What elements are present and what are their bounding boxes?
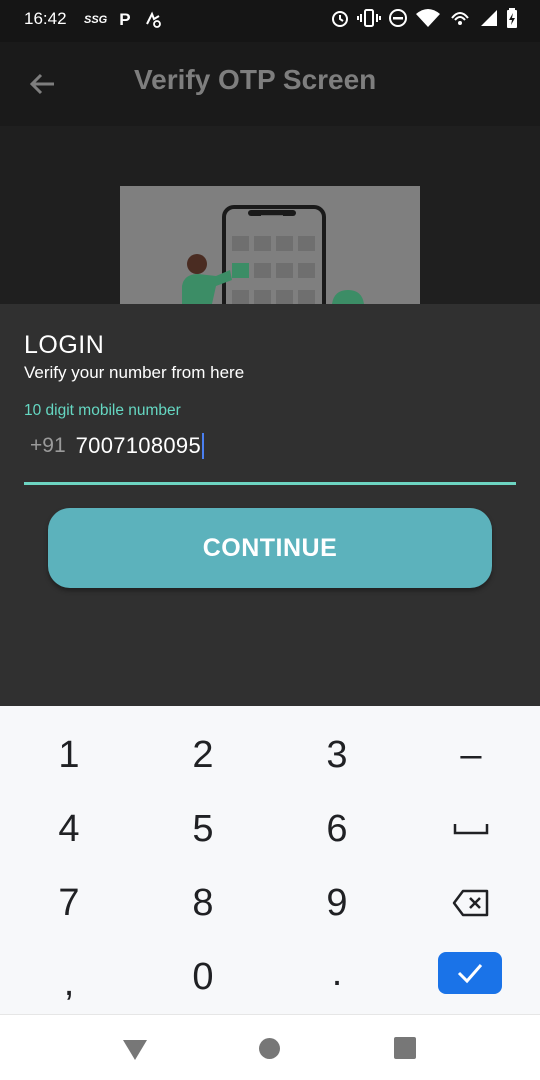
app-bar: Verify OTP Screen: [0, 42, 540, 126]
key-comma[interactable]: ,: [2, 946, 136, 1020]
key-backspace[interactable]: [404, 866, 538, 940]
backspace-icon: [452, 889, 489, 917]
field-underline: [24, 482, 516, 485]
navigation-bar: [0, 1014, 540, 1080]
continue-button[interactable]: CONTINUE: [48, 508, 492, 588]
space-bar-icon: [453, 824, 489, 835]
key-5[interactable]: 5: [136, 792, 270, 866]
status-bar: 16:42 SSG P: [0, 0, 540, 42]
nav-back-icon[interactable]: [122, 1039, 148, 1061]
checkmark-icon: [457, 964, 483, 984]
key-2[interactable]: 2: [136, 718, 270, 792]
login-subtitle: Verify your number from here: [24, 363, 245, 382]
nav-recent-apps-icon[interactable]: [394, 1037, 416, 1059]
vibrate-icon: [357, 9, 381, 27]
text-cursor: [201, 433, 204, 459]
login-sheet: LOGIN Verify your number from here 10 di…: [0, 304, 540, 706]
done-button[interactable]: [438, 952, 502, 994]
sync-icon: [145, 11, 161, 28]
nav-home-icon[interactable]: [259, 1038, 280, 1059]
wifi-icon: [416, 9, 440, 27]
mobile-number-field[interactable]: +91 7007108095: [30, 431, 204, 461]
numeric-keypad: 1 2 3 – 4 5 6 7 8 9 , 0 .: [0, 706, 540, 1014]
key-space[interactable]: [404, 792, 538, 866]
key-dot[interactable]: .: [270, 936, 404, 1010]
key-6[interactable]: 6: [270, 792, 404, 866]
signal-icon: [481, 10, 497, 26]
alarm-icon: [332, 11, 348, 27]
country-code: +91: [30, 434, 66, 457]
status-left-icons: SSG P: [84, 10, 163, 30]
hotspot-icon: [451, 12, 469, 25]
page-title: Verify OTP Screen: [134, 64, 377, 95]
key-9[interactable]: 9: [270, 866, 404, 940]
hero-area: [0, 126, 540, 304]
key-3[interactable]: 3: [270, 718, 404, 792]
carrier-tag: SSG: [84, 14, 108, 26]
key-0[interactable]: 0: [136, 940, 270, 1014]
do-not-disturb-icon: [389, 9, 407, 27]
status-time: 16:42: [24, 9, 67, 28]
hero-illustration: [120, 186, 420, 304]
key-8[interactable]: 8: [136, 866, 270, 940]
arrow-left-icon[interactable]: [26, 68, 58, 100]
key-dash[interactable]: –: [404, 718, 538, 792]
status-right-icons: [330, 8, 518, 28]
login-title: LOGIN: [24, 331, 105, 359]
phone-illustration: [182, 205, 364, 304]
parking-tag: P: [119, 10, 131, 29]
key-4[interactable]: 4: [2, 792, 136, 866]
key-7[interactable]: 7: [2, 866, 136, 940]
battery-icon: [507, 8, 517, 28]
key-1[interactable]: 1: [2, 718, 136, 792]
mobile-field-label: 10 digit mobile number: [24, 402, 181, 419]
mobile-number-input[interactable]: 7007108095: [76, 433, 201, 459]
